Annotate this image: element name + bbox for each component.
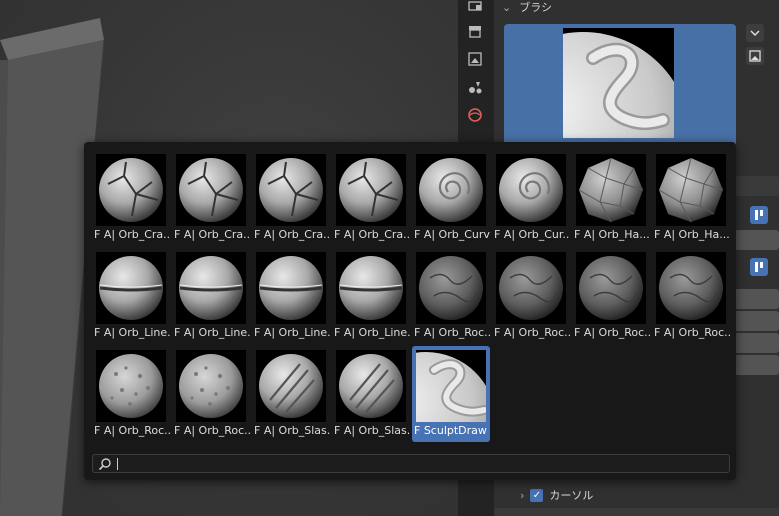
brush-thumbnail (96, 154, 166, 226)
brush-label: F A| Orb_Line... (254, 326, 330, 339)
scene-tab-icon[interactable] (466, 78, 484, 96)
brush-tile[interactable]: F A| Orb_Line... (252, 248, 330, 344)
brush-image-button[interactable] (746, 47, 764, 65)
pressure-toggle-icon[interactable] (750, 258, 768, 276)
brush-label: F A| Orb_Cra... (334, 228, 410, 241)
text-caret (117, 458, 118, 470)
brush-label: F A| Orb_Cur... (494, 228, 570, 241)
brush-thumbnail (176, 350, 246, 422)
chevron-down-icon: ⌄ (502, 0, 512, 14)
brush-label: F A| Orb_Curv (414, 228, 490, 241)
brush-section-header[interactable]: ⌄ ブラシ (502, 0, 552, 15)
brush-tile[interactable]: F A| Orb_Line... (332, 248, 410, 344)
brush-thumbnail (176, 154, 246, 226)
brush-label: F A| Orb_Ha... (574, 228, 650, 241)
brush-thumbnail (656, 154, 726, 226)
settings-row[interactable] (734, 289, 779, 309)
panel-row (494, 508, 779, 516)
brush-preview-thumbnail (563, 28, 674, 138)
brush-selector-popup: F A| Orb_Cra... F A| Orb_Cra... F A| Orb… (84, 142, 736, 480)
brush-tile[interactable]: F A| Orb_Roc... (492, 248, 570, 344)
brush-tile[interactable]: F A| Orb_Cra... (332, 150, 410, 246)
brush-thumbnail (416, 154, 486, 226)
brush-label: F A| Orb_Cra... (174, 228, 250, 241)
search-input[interactable] (119, 456, 719, 471)
output-tab-icon[interactable] (466, 50, 484, 68)
brush-label: F A| Orb_Line... (174, 326, 250, 339)
brush-label: F A| Orb_Roc... (414, 326, 490, 339)
brush-thumbnail (256, 350, 326, 422)
brush-thumbnail (496, 154, 566, 226)
brush-label: F SculptDraw (414, 424, 487, 437)
settings-row[interactable] (734, 230, 779, 250)
brush-thumbnail (576, 154, 646, 226)
brush-thumbnail (176, 252, 246, 324)
settings-row[interactable] (734, 333, 779, 353)
settings-row[interactable] (734, 311, 779, 331)
brush-thumbnail (416, 350, 486, 422)
brush-tile[interactable]: F A| Orb_Roc... (572, 248, 650, 344)
brush-label: F A| Orb_Roc... (574, 326, 650, 339)
brush-thumbnail (576, 252, 646, 324)
brush-tile[interactable]: F A| Orb_Cra... (252, 150, 330, 246)
brush-thumbnail (336, 154, 406, 226)
brush-label: F A| Orb_Slas... (334, 424, 410, 437)
brush-tile[interactable]: F A| Orb_Roc... (172, 346, 250, 442)
search-icon (98, 457, 112, 471)
brush-tile[interactable]: F A| Orb_Cur... (492, 150, 570, 246)
brush-thumbnail (416, 252, 486, 324)
brush-label: F A| Orb_Roc... (654, 326, 730, 339)
brush-thumbnail (656, 252, 726, 324)
settings-row[interactable] (734, 355, 779, 375)
cursor-label: カーソル (549, 489, 594, 502)
brush-section-title: ブラシ (519, 1, 552, 14)
brush-label: F A| Orb_Cra... (254, 228, 330, 241)
brush-tile[interactable]: F A| Orb_Curv (412, 150, 490, 246)
brush-tile[interactable]: F A| Orb_Cra... (92, 150, 170, 246)
brush-thumbnail (96, 252, 166, 324)
world-tab-icon[interactable] (466, 106, 484, 124)
brush-thumbnail (96, 350, 166, 422)
search-field[interactable] (92, 454, 730, 473)
render-tab-icon[interactable] (466, 22, 484, 40)
brush-label: F A| Orb_Roc... (94, 424, 170, 437)
brush-thumbnail (336, 350, 406, 422)
brush-label: F A| Orb_Line... (334, 326, 410, 339)
cursor-checkbox[interactable]: ✓ (530, 488, 544, 502)
brush-menu-dropdown-button[interactable] (746, 24, 764, 42)
settings-row[interactable] (734, 176, 779, 196)
brush-tile[interactable]: F SculptDraw (412, 346, 490, 442)
brush-tile[interactable]: F A| Orb_Ha... (652, 150, 730, 246)
brush-tile[interactable]: F A| Orb_Cra... (172, 150, 250, 246)
brush-thumbnail (256, 154, 326, 226)
brush-label: F A| Orb_Slas... (254, 424, 330, 437)
brush-label: F A| Orb_Line... (94, 326, 170, 339)
chevron-right-icon: › (520, 488, 525, 502)
brush-tile[interactable]: F A| Orb_Ha... (572, 150, 650, 246)
brush-tile[interactable]: F A| Orb_Roc... (412, 248, 490, 344)
brush-tile[interactable]: F A| Orb_Roc... (652, 248, 730, 344)
brush-thumbnail (496, 252, 566, 324)
brush-thumbnail (336, 252, 406, 324)
brush-tile[interactable]: F A| Orb_Line... (92, 248, 170, 344)
cursor-section-header[interactable]: › ✓ カーソル (520, 486, 593, 504)
brush-tile[interactable]: F A| Orb_Roc... (92, 346, 170, 442)
brush-label: F A| Orb_Roc... (494, 326, 570, 339)
brush-tile[interactable]: F A| Orb_Slas... (332, 346, 410, 442)
brush-tile[interactable]: F A| Orb_Line... (172, 248, 250, 344)
brush-label: F A| Orb_Roc... (174, 424, 250, 437)
pressure-toggle-icon[interactable] (750, 206, 768, 224)
tool-tab-icon[interactable] (466, 0, 484, 18)
brush-tile[interactable]: F A| Orb_Slas... (252, 346, 330, 442)
brush-thumbnail (256, 252, 326, 324)
brush-label: F A| Orb_Ha... (654, 228, 730, 241)
brush-label: F A| Orb_Cra... (94, 228, 170, 241)
